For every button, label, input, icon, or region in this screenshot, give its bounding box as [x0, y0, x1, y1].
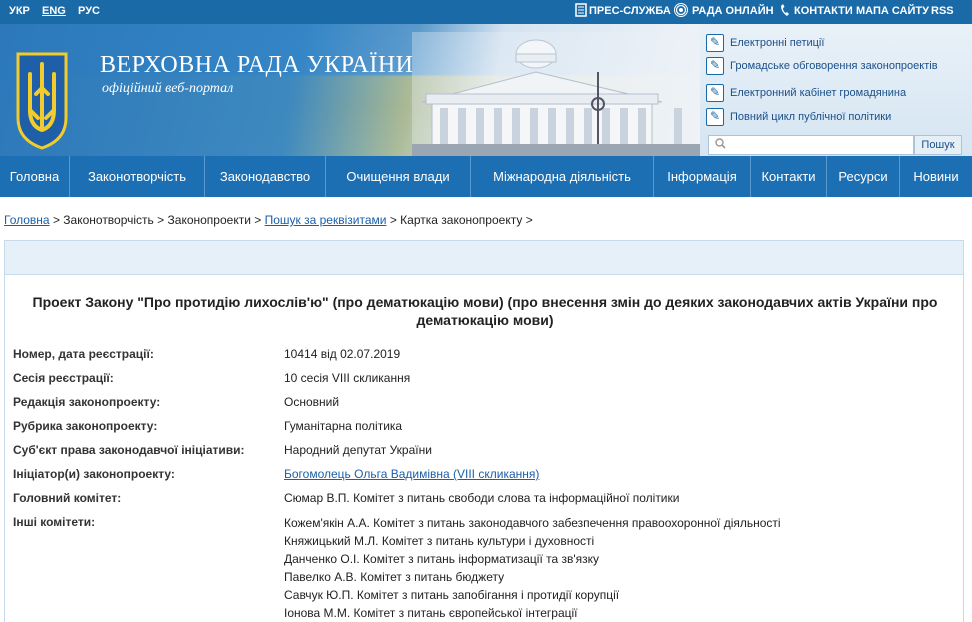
breadcrumb: Головна > Законотворчість > Законопроект…	[4, 213, 533, 227]
field-label: Рубрика законопроекту:	[13, 419, 158, 433]
field-value: 10414 від 02.07.2019	[284, 347, 401, 361]
nav-contacts[interactable]: Контакти	[751, 156, 827, 197]
edit-icon: ✎	[706, 84, 724, 102]
bill-title-line: дематюкацію мови)	[416, 312, 554, 328]
breadcrumb-search[interactable]: Пошук за реквізитами	[265, 213, 387, 227]
citizen-cabinet-label: Електронний кабінет громадянина	[730, 87, 907, 99]
breadcrumb-lawmaking[interactable]: Законотворчість	[63, 213, 154, 227]
sitemap-link[interactable]: МАПА САЙТУ	[856, 5, 929, 17]
nav-international[interactable]: Міжнародна діяльність	[471, 156, 654, 197]
nav-lawmaking[interactable]: Законотворчість	[70, 156, 205, 197]
e-petitions-label: Електронні петиції	[730, 37, 825, 49]
committee-item: Данченко О.І. Комітет з питань інформати…	[284, 552, 600, 566]
rss-link[interactable]: RSS	[931, 5, 954, 17]
bill-title: Проект Закону "Про протидію лихослів'ю" …	[25, 293, 945, 329]
lang-eng[interactable]: ENG	[42, 5, 66, 17]
field-label: Ініціатор(и) законопроекту:	[13, 467, 175, 481]
initiator-value: Богомолець Ольга Вадимівна (VIII скликан…	[284, 467, 539, 481]
field-label: Номер, дата реєстрації:	[13, 347, 154, 361]
nav-lustration[interactable]: Очищення влади	[326, 156, 471, 197]
search-input[interactable]	[729, 137, 909, 153]
nav-news[interactable]: Новини	[900, 156, 972, 197]
breadcrumb-separator: >	[254, 213, 262, 227]
breadcrumb-separator: >	[52, 213, 60, 227]
breadcrumb-separator: >	[389, 213, 397, 227]
field-label: Суб'єкт права законодавчої ініціативи:	[13, 443, 245, 457]
breadcrumb-separator: >	[525, 213, 533, 227]
committee-item: Княжицький М.Л. Комітет з питань культур…	[284, 534, 595, 548]
main-nav: Головна Законотворчість Законодавство Оч…	[0, 156, 972, 197]
field-value: Основний	[284, 395, 340, 409]
field-label: Інші комітети:	[13, 515, 96, 529]
committee-item: Павелко А.В. Комітет з питань бюджету	[284, 570, 505, 584]
search-button[interactable]: Пошук	[914, 135, 962, 155]
press-icon	[574, 3, 588, 19]
lang-ukr[interactable]: УКР	[9, 5, 30, 17]
edit-icon: ✎	[706, 57, 724, 75]
lang-rus[interactable]: РУС	[78, 5, 100, 17]
phone-icon	[778, 3, 792, 19]
field-value: Гуманітарна політика	[284, 419, 403, 433]
card-header-bar	[5, 241, 963, 275]
edit-icon: ✎	[706, 34, 724, 52]
field-value: Сюмар В.П. Комітет з питань свободи слов…	[284, 491, 680, 505]
contacts-link[interactable]: КОНТАКТИ	[794, 5, 853, 17]
nav-legislation[interactable]: Законодавство	[205, 156, 326, 197]
page: УКР ENG РУС ПРЕС-СЛУЖБА РАДА ОНЛАЙН КОНТ…	[0, 0, 972, 622]
field-value: 10 сесія VIII скликання	[284, 371, 411, 385]
bill-title-line: Проект Закону "Про протидію лихослів'ю" …	[32, 294, 938, 310]
coat-of-arms-icon[interactable]	[14, 48, 70, 152]
broadcast-icon	[674, 3, 688, 19]
committee-item: Савчук Ю.П. Комітет з питань запобігання…	[284, 588, 620, 602]
field-label: Головний комітет:	[13, 491, 122, 505]
press-service-link[interactable]: ПРЕС-СЛУЖБА	[589, 5, 671, 17]
public-discussion-label: Громадське обговорення законопроектів	[730, 60, 938, 72]
banner: ВЕРХОВНА РАДА УКРАЇНИ офіційний веб-порт…	[0, 24, 700, 156]
nav-information[interactable]: Інформація	[654, 156, 751, 197]
committee-item: Іонова М.М. Комітет з питань європейсько…	[284, 606, 578, 620]
edit-icon: ✎	[706, 108, 724, 126]
breadcrumb-bills[interactable]: Законопроекти	[168, 213, 251, 227]
breadcrumb-card: Картка законопроекту	[400, 213, 523, 227]
initiator-link[interactable]: Богомолець Ольга Вадимівна (VIII скликан…	[284, 467, 539, 481]
breadcrumb-home[interactable]: Головна	[4, 213, 50, 227]
field-label: Сесія реєстрації:	[13, 371, 114, 385]
breadcrumb-separator: >	[157, 213, 165, 227]
public-policy-label: Повний цикл публічної політики	[730, 111, 892, 123]
site-subtitle: офіційний веб-портал	[102, 81, 234, 96]
rada-online-link[interactable]: РАДА ОНЛАЙН	[692, 5, 774, 17]
field-label: Редакція законопроекту:	[13, 395, 161, 409]
field-value: Народний депутат України	[284, 443, 432, 457]
nav-resources[interactable]: Ресурси	[827, 156, 900, 197]
header: ВЕРХОВНА РАДА УКРАЇНИ офіційний веб-порт…	[0, 24, 972, 156]
site-title[interactable]: ВЕРХОВНА РАДА УКРАЇНИ	[100, 52, 414, 79]
nav-home[interactable]: Головна	[0, 156, 70, 197]
search-icon	[715, 138, 726, 152]
parliament-building-image	[412, 32, 700, 156]
committee-item: Кожем'якін А.А. Комітет з питань законод…	[284, 516, 781, 530]
search-box	[708, 135, 914, 155]
top-bar: УКР ENG РУС ПРЕС-СЛУЖБА РАДА ОНЛАЙН КОНТ…	[0, 0, 972, 24]
bill-card: Проект Закону "Про протидію лихослів'ю" …	[4, 240, 964, 622]
